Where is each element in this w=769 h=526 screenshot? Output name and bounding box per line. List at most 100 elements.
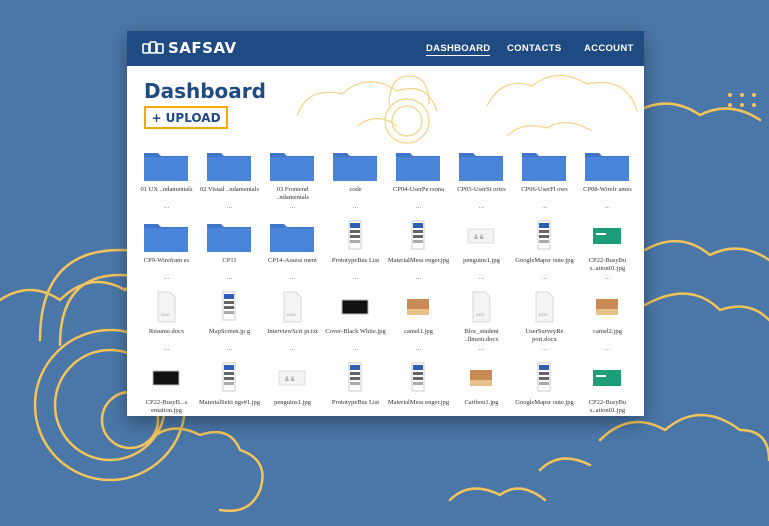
file-name: MapScreen.jp g [208, 328, 251, 335]
file-name: penguins1.jpg [274, 399, 311, 406]
more-options-icon[interactable]: ... [324, 274, 387, 281]
logo[interactable]: SAFSAV [142, 39, 237, 57]
file-name: CP9-Wirefram es [143, 257, 190, 264]
document-icon[interactable]: DOC [521, 290, 567, 324]
image-thumbnail[interactable] [395, 290, 441, 324]
file-name: Bloc_student ..llment.docx [464, 328, 499, 343]
more-options-icon[interactable]: ... [324, 345, 387, 352]
nav-contacts[interactable]: CONTACTS [507, 43, 561, 54]
folder-icon[interactable] [143, 219, 189, 253]
folder-icon[interactable] [143, 148, 189, 182]
file-name: camel1.jpg [404, 328, 433, 335]
folder-icon[interactable] [269, 148, 315, 182]
svg-text:DOC: DOC [539, 312, 548, 317]
file-name: CP06-UserFl ows [521, 186, 568, 193]
more-options-icon[interactable]: ... [450, 345, 513, 352]
svg-text:DOC: DOC [476, 312, 485, 317]
file-name: Resume.docx [148, 328, 185, 335]
image-thumbnail[interactable] [206, 290, 252, 324]
file-name: PrototypeBus List [331, 257, 380, 264]
file-name: MaterialSetti ngs#1.jpg [198, 399, 261, 406]
svg-text:& &: & & [285, 377, 295, 383]
document-icon[interactable]: DOC [143, 290, 189, 324]
more-options-icon[interactable]: ... [198, 203, 261, 210]
image-thumbnail[interactable] [395, 219, 441, 253]
folder-icon[interactable] [584, 148, 630, 182]
more-options-icon[interactable]: ... [387, 203, 450, 210]
image-thumbnail[interactable]: & & [269, 361, 315, 395]
more-options-icon[interactable]: ... [576, 203, 639, 210]
top-navigation-bar: SAFSAV DASHBOARD CONTACTS ACCOUNT [127, 31, 644, 66]
image-thumbnail[interactable] [332, 290, 378, 324]
file-name: UserSurveyRe port.docx [525, 328, 564, 343]
more-options-icon[interactable]: ... [387, 345, 450, 352]
more-options-icon[interactable]: ... [135, 345, 198, 352]
file-name: PrototypeBus List [331, 399, 380, 406]
more-options-icon[interactable]: ... [513, 203, 576, 210]
more-options-icon[interactable]: ... [324, 203, 387, 210]
more-options-icon[interactable]: ... [261, 274, 324, 281]
file-name: 01 UX ..ndamentals [140, 186, 193, 193]
file-name: 03 Frontend ..ndamentals [276, 186, 309, 201]
more-options-icon[interactable]: ... [387, 274, 450, 281]
more-options-icon[interactable]: ... [576, 345, 639, 352]
folder-icon[interactable] [458, 148, 504, 182]
nav-account[interactable]: ACCOUNT [584, 43, 634, 54]
image-thumbnail[interactable] [458, 361, 504, 395]
file-name: 02 Visual ..ndamentals [199, 186, 260, 193]
file-name: CP08-Wirefr ames [583, 186, 632, 193]
svg-text:DOC: DOC [287, 312, 296, 317]
file-name: MaterialMess enger.jpg [387, 257, 450, 264]
more-options-icon[interactable]: ... [450, 203, 513, 210]
folder-icon[interactable] [395, 148, 441, 182]
upload-button[interactable]: + UPLOAD [144, 106, 228, 129]
more-options-icon[interactable]: ... [450, 274, 513, 281]
file-name: GoogleMapsr oute.jpg [515, 257, 574, 264]
svg-text:DOC: DOC [161, 312, 170, 317]
image-thumbnail[interactable]: & & [458, 219, 504, 253]
image-thumbnail[interactable] [395, 361, 441, 395]
document-icon[interactable]: DOC [269, 290, 315, 324]
file-name: code [349, 186, 362, 193]
image-thumbnail[interactable] [143, 361, 189, 395]
logo-text: SAFSAV [168, 39, 237, 57]
more-options-icon[interactable]: ... [135, 274, 198, 281]
folder-icon[interactable] [206, 219, 252, 253]
file-name: CP11 [222, 257, 237, 264]
image-thumbnail[interactable] [332, 219, 378, 253]
file-name: penguins1.jpg [463, 257, 500, 264]
nav-dashboard[interactable]: DASHBOARD [426, 43, 491, 56]
file-name: Caribou1.jpg [464, 399, 499, 406]
file-name: camel2.jpg [593, 328, 622, 335]
image-thumbnail[interactable] [206, 361, 252, 395]
file-name: CP22-BusyBu s..ation01.jpg [588, 399, 627, 414]
file-name: Cover-Black White.jpg [325, 328, 386, 335]
more-options-icon[interactable]: ... [198, 274, 261, 281]
folder-icon[interactable] [206, 148, 252, 182]
file-name: CP04-UserPe rsona [392, 186, 445, 193]
more-options-icon[interactable]: ... [513, 345, 576, 352]
folder-icon[interactable] [269, 219, 315, 253]
file-name: CP14-Assess ment [268, 257, 317, 264]
more-options-icon[interactable]: ... [576, 274, 639, 281]
page-title: Dashboard [144, 79, 266, 103]
file-name: CP22-BusyBu s..ation01.jpg [588, 257, 627, 272]
image-thumbnail[interactable] [584, 361, 630, 395]
folder-icon[interactable] [521, 148, 567, 182]
more-options-icon[interactable]: ... [261, 345, 324, 352]
image-thumbnail[interactable] [521, 219, 567, 253]
more-options-icon[interactable]: ... [261, 203, 324, 210]
logo-icon [142, 41, 164, 54]
more-options-icon[interactable]: ... [198, 345, 261, 352]
file-name: InterviewScri pt.txt [267, 328, 318, 335]
image-thumbnail[interactable] [521, 361, 567, 395]
document-icon[interactable]: DOC [458, 290, 504, 324]
folder-icon[interactable] [332, 148, 378, 182]
image-thumbnail[interactable] [584, 290, 630, 324]
image-thumbnail[interactable] [584, 219, 630, 253]
more-options-icon[interactable]: ... [513, 274, 576, 281]
image-thumbnail[interactable] [332, 361, 378, 395]
svg-text:& &: & & [474, 235, 484, 241]
more-options-icon[interactable]: ... [135, 203, 198, 210]
file-name: CP05-UserSt ories [457, 186, 506, 193]
